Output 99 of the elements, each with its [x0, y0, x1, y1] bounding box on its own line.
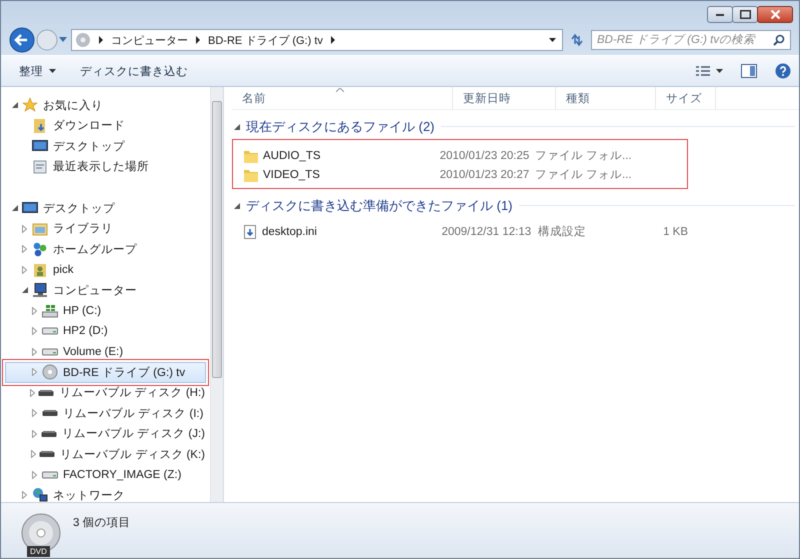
collapsed-arrow-icon[interactable] — [32, 306, 37, 315]
collapsed-arrow-icon[interactable] — [32, 327, 37, 336]
tree-item[interactable]: HP (C:) — [5, 300, 206, 321]
address-bar[interactable]: コンピューター BD-RE ドライブ (G:) tv — [71, 29, 563, 51]
column-header[interactable]: 名前 — [232, 87, 453, 109]
breadcrumb-arrow-icon[interactable] — [330, 36, 335, 44]
modified-date: 2010/01/23 20:27 — [440, 168, 530, 180]
close-icon — [770, 10, 780, 19]
view-options-button[interactable] — [696, 66, 723, 76]
refresh-icon[interactable] — [569, 32, 585, 48]
file-type: ファイル フォル... — [534, 149, 632, 163]
removable-icon — [38, 388, 54, 397]
toolbar-button[interactable]: 整理 — [11, 60, 64, 82]
drive-icon — [75, 32, 91, 48]
item-count-text: 3 個の項目 — [73, 516, 131, 530]
column-header[interactable]: サイズ — [656, 87, 716, 109]
maximize-icon — [740, 10, 750, 19]
recent-icon — [32, 158, 48, 175]
tree-item[interactable]: Volume (E:) — [5, 342, 206, 362]
help-icon[interactable] — [775, 63, 791, 79]
tree-item[interactable]: ネットワーク — [5, 485, 206, 502]
tree-item[interactable]: デスクトップ — [5, 198, 206, 218]
collapsed-arrow-icon[interactable] — [30, 388, 36, 397]
removable-icon — [42, 409, 58, 418]
expanded-arrow-icon[interactable] — [12, 205, 18, 212]
tree-item[interactable]: ホームグループ — [5, 239, 206, 260]
tree-item[interactable]: デスクトップ — [5, 136, 206, 156]
file-type: ファイル フォル... — [534, 168, 632, 182]
settings-file-icon — [242, 224, 258, 240]
collapsed-arrow-icon[interactable] — [30, 450, 36, 458]
history-dropdown-icon[interactable] — [59, 37, 67, 43]
collapsed-arrow-icon[interactable] — [32, 409, 37, 418]
column-header[interactable]: 更新日時 — [453, 87, 556, 109]
file-name[interactable]: AUDIO_TS — [233, 148, 440, 164]
collapsed-arrow-icon[interactable] — [22, 224, 27, 233]
breadcrumb-arrow-icon[interactable] — [99, 36, 103, 44]
collapsed-arrow-icon[interactable] — [22, 266, 27, 274]
expanded-arrow-icon — [234, 202, 240, 210]
tree-item[interactable]: リムーバブル ディスク (I:) — [5, 403, 206, 424]
tree-item[interactable]: リムーバブル ディスク (J:) — [5, 424, 206, 444]
disc-icon — [21, 513, 61, 553]
homegroup-icon — [32, 241, 48, 258]
library-icon — [32, 220, 48, 237]
expanded-arrow-icon[interactable] — [12, 102, 18, 108]
tree-item[interactable]: HP2 (D:) — [5, 321, 206, 342]
file-type: 構成設定 — [538, 224, 588, 239]
collapsed-arrow-icon[interactable] — [32, 348, 37, 356]
tree-item[interactable]: お気に入り — [5, 95, 206, 116]
file-name[interactable]: desktop.ini — [232, 224, 442, 240]
system-drive-icon — [42, 302, 58, 319]
collapsed-arrow-icon[interactable] — [32, 368, 37, 376]
tree-item[interactable]: リムーバブル ディスク (K:) — [5, 444, 206, 464]
toolbar-button[interactable]: ディスクに書き込む — [72, 60, 196, 82]
maximize-button[interactable] — [732, 6, 758, 23]
group-header[interactable]: ディスクに書き込む準備ができたファイル (1) — [232, 195, 799, 216]
minimize-icon — [716, 14, 724, 16]
drive-icon — [42, 470, 58, 479]
tree-item[interactable]: リムーバブル ディスク (H:) — [5, 382, 206, 403]
expanded-arrow-icon[interactable] — [22, 287, 28, 294]
tree-item[interactable]: ダウンロード — [5, 116, 206, 136]
collapsed-arrow-icon[interactable] — [32, 430, 36, 438]
caret-icon — [716, 69, 723, 73]
modified-date: 2009/12/31 12:13 — [442, 226, 532, 238]
collapsed-arrow-icon[interactable] — [32, 470, 37, 479]
back-button[interactable] — [9, 27, 35, 53]
tree-item[interactable]: pick — [5, 260, 206, 280]
preview-pane-icon[interactable] — [741, 64, 757, 78]
group-header[interactable]: 現在ディスクにあるファイル (2) — [232, 116, 799, 137]
expanded-arrow-icon — [234, 122, 240, 130]
breadcrumb-arrow-icon[interactable] — [196, 36, 200, 44]
removable-icon — [41, 430, 57, 438]
downloads-icon — [32, 118, 48, 134]
drive-icon — [42, 327, 58, 336]
minimize-button[interactable] — [707, 6, 733, 23]
file-size: 1 KB — [662, 226, 688, 238]
search-icon — [773, 34, 785, 46]
dvd-label: DVD — [27, 546, 50, 557]
collapsed-arrow-icon[interactable] — [22, 245, 27, 254]
close-button[interactable] — [757, 6, 793, 23]
tree-item[interactable]: 最近表示した場所 — [5, 156, 206, 177]
column-header[interactable]: 種類 — [556, 87, 656, 109]
removable-icon — [39, 450, 56, 458]
breadcrumb[interactable]: BD-RE ドライブ (G:) tv — [208, 32, 323, 48]
dropdown-caret-icon[interactable] — [549, 38, 556, 42]
tree-item[interactable]: FACTORY_IMAGE (Z:) — [5, 464, 206, 485]
collapsed-arrow-icon[interactable] — [22, 491, 27, 500]
list-view-icon — [696, 66, 710, 76]
disc-icon — [42, 364, 58, 380]
scrollbar[interactable] — [210, 87, 223, 502]
drive-icon — [42, 348, 58, 356]
computer-icon — [32, 282, 48, 298]
network-icon — [32, 487, 48, 502]
file-name[interactable]: VIDEO_TS — [233, 166, 440, 182]
breadcrumb[interactable]: コンピューター — [111, 32, 188, 48]
user-icon — [32, 262, 48, 278]
favorites-icon — [22, 97, 38, 114]
tree-item[interactable]: ライブラリ — [5, 218, 206, 239]
modified-date: 2010/01/23 20:25 — [440, 150, 530, 162]
tree-item[interactable]: コンピューター — [5, 280, 206, 300]
